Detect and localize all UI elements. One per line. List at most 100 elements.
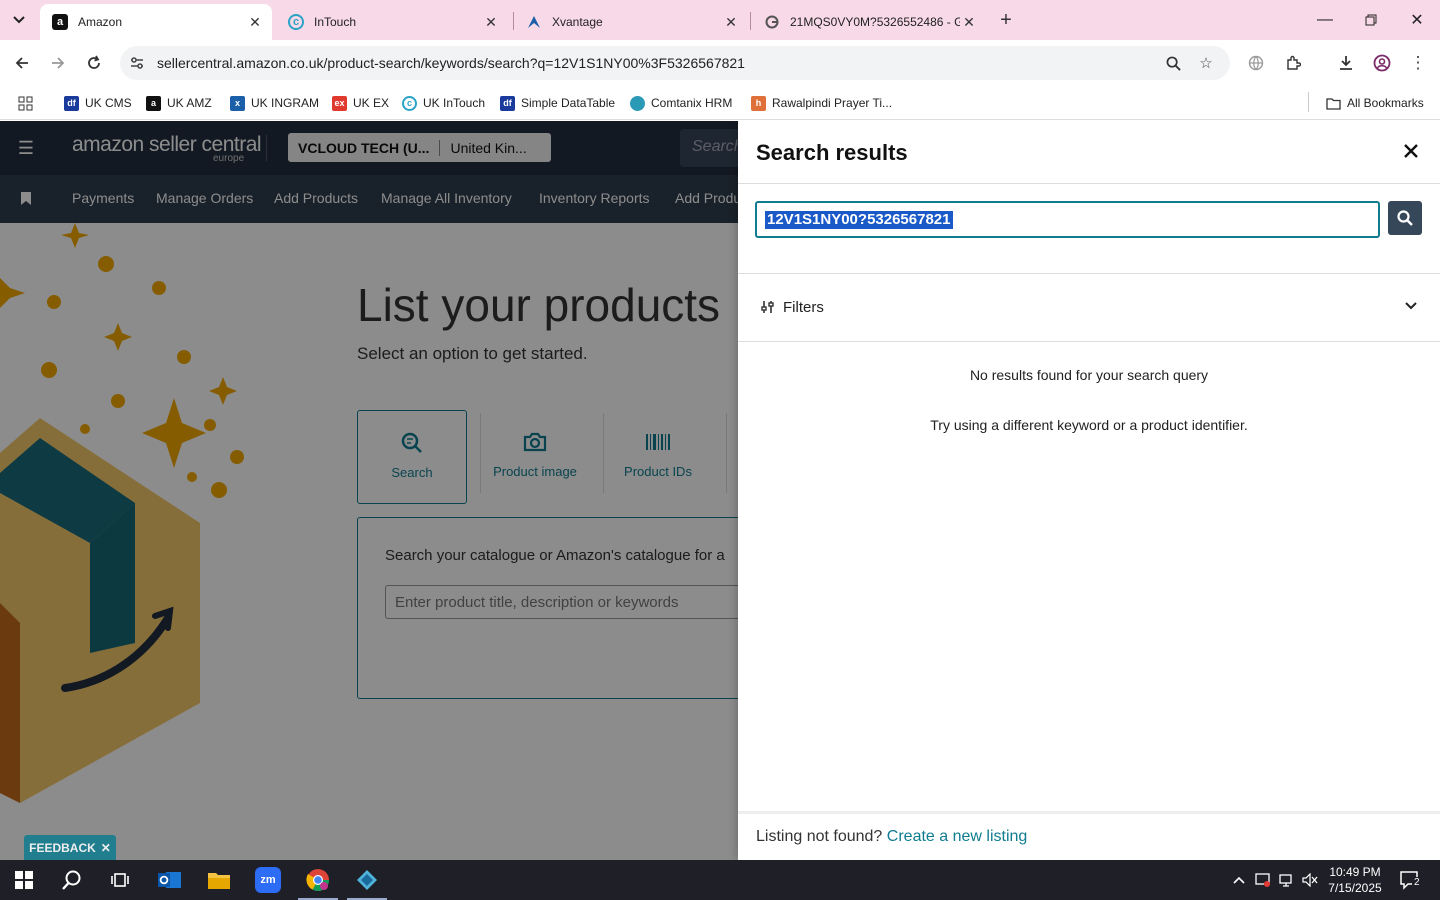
close-tab-icon[interactable]: ✕ [960,13,978,31]
modal-backdrop[interactable] [0,121,738,860]
site-info-icon[interactable] [128,54,146,72]
search-icon [1397,210,1413,226]
address-bar[interactable]: sellercentral.amazon.co.uk/product-searc… [120,46,1230,80]
show-hidden-icons-chevron-icon[interactable] [1230,872,1248,888]
bookmark-label: UK AMZ [167,96,212,110]
new-tab-plus-icon[interactable]: + [994,8,1018,32]
drawer-title: Search results [756,140,908,165]
zoom-app-icon[interactable]: zm [244,860,292,900]
bookmark-comtanix-hrm[interactable]: Comtanix HRM [630,92,732,114]
listing-not-found-text: Listing not found? [756,828,883,845]
bookmark-uk-intouch[interactable]: c UK InTouch [402,92,485,114]
xvantage-favicon-icon [526,14,542,30]
translate-icon[interactable] [1243,50,1269,76]
close-tab-icon[interactable]: ✕ [246,13,264,31]
folder-icon [1326,96,1341,111]
bookmark-uk-cms[interactable]: df UK CMS [64,92,132,114]
drawer-search-input[interactable]: 12V1S1NY00?5326567821 [755,201,1380,238]
ex-icon: ex [332,95,347,111]
tab-amazon[interactable]: a Amazon ✕ [40,4,272,40]
file-explorer-icon[interactable] [195,860,243,900]
df-icon: df [500,95,515,111]
bookmark-rawalpindi-prayer[interactable]: h Rawalpindi Prayer Ti... [751,92,892,114]
bookmarks-separator [1308,92,1309,112]
close-tab-icon[interactable]: ✕ [722,13,740,31]
browser-toolbar: sellercentral.amazon.co.uk/product-searc… [0,40,1440,86]
bookmark-label: Comtanix HRM [651,96,733,110]
zoom-icon[interactable] [1163,53,1183,73]
create-listing-link[interactable]: Create a new listing [887,828,1028,845]
close-window-icon[interactable]: ✕ [1394,0,1440,40]
volume-muted-icon[interactable] [1301,872,1319,888]
divider [738,183,1440,184]
clock-time: 10:49 PM [1329,865,1381,879]
filters-toggle[interactable]: Filters [783,299,824,316]
close-tab-icon[interactable]: ✕ [482,13,500,31]
tab-separator [750,12,751,30]
feedback-label: FEEDBACK [29,840,96,855]
tab-google[interactable]: 21MQS0VY0M?5326552486 - G ✕ [752,4,986,40]
feedback-button[interactable]: FEEDBACK ✕ [24,835,116,860]
browser-tab-strip: a Amazon ✕ c InTouch ✕ Xvantage ✕ 21MQS0… [0,0,1440,40]
address-bar-url: sellercentral.amazon.co.uk/product-searc… [157,55,745,71]
close-icon[interactable]: ✕ [101,841,111,855]
tab-title: InTouch [314,15,357,29]
bookmark-star-icon[interactable]: ☆ [1196,53,1216,73]
chevron-down-icon[interactable] [1402,297,1420,315]
forward-arrow-icon[interactable] [45,50,71,76]
search-query-text: 12V1S1NY00?5326567821 [765,211,953,229]
bookmarks-bar: df UK CMS a UK AMZ x UK INGRAM ex UK EX … [0,86,1440,120]
outlook-icon[interactable] [146,860,194,900]
task-view-icon[interactable] [96,860,144,900]
drawer-search-button[interactable] [1388,201,1422,235]
intouch-favicon-icon: c [288,14,304,30]
back-arrow-icon[interactable] [9,50,35,76]
all-bookmarks-button[interactable]: All Bookmarks [1326,92,1424,114]
restore-window-icon[interactable] [1348,0,1394,40]
filters-icon[interactable] [760,299,776,315]
drawer-footer: Listing not found? Create a new listing [738,811,1440,860]
tab-search-button[interactable] [6,8,32,32]
bookmark-label: All Bookmarks [1347,96,1424,110]
security-tray-icon[interactable] [1254,872,1272,888]
bookmark-label: Simple DataTable [521,96,616,110]
extensions-icon[interactable] [1280,50,1306,76]
download-icon[interactable] [1333,50,1359,76]
chrome-icon[interactable] [294,860,342,900]
clock-date: 7/15/2025 [1328,881,1382,895]
notification-center-icon[interactable]: 2 [1388,860,1432,900]
taskbar-search-icon[interactable] [48,860,96,900]
close-drawer-icon[interactable] [1398,138,1424,164]
bookmark-uk-amz[interactable]: a UK AMZ [146,92,212,114]
bookmark-uk-ex[interactable]: ex UK EX [332,92,389,114]
windows-taskbar: zm 10:49 PM 7/15/2025 2 [0,860,1440,900]
google-favicon-icon [764,14,780,30]
bookmark-label: UK EX [353,96,390,110]
network-icon[interactable] [1278,872,1296,888]
intouch-icon: c [402,95,417,111]
bookmark-simple-datatable[interactable]: df Simple DataTable [500,92,615,114]
browser-menu-icon[interactable]: ⋮ [1405,50,1431,76]
df-icon: df [64,95,79,111]
seller-central-page: ☰ amazon seller central europe VCLOUD TE… [0,121,1440,860]
apps-grid-icon[interactable] [18,92,33,114]
bookmark-label: UK INGRAM [251,96,320,110]
taskbar-clock[interactable]: 10:49 PM 7/15/2025 [1320,864,1390,896]
chevron-down-icon [13,16,25,24]
divider [738,273,1440,274]
bookmark-label: Rawalpindi Prayer Ti... [772,96,893,110]
minimize-window-icon[interactable]: — [1302,0,1348,40]
search-results-drawer: Search results 12V1S1NY00?5326567821 Fil… [738,121,1440,860]
tab-xvantage[interactable]: Xvantage ✕ [514,4,748,40]
tab-title: Xvantage [552,15,603,29]
bookmark-uk-ingram[interactable]: x UK INGRAM [230,92,319,114]
bookmark-label: UK CMS [85,96,132,110]
notification-count: 2 [1412,877,1422,888]
xvantage-app-icon[interactable] [343,860,391,900]
profile-avatar-icon[interactable] [1369,50,1395,76]
bookmark-label: UK InTouch [423,96,486,110]
reload-icon[interactable] [81,50,107,76]
windows-start-icon[interactable] [0,860,48,900]
tab-intouch[interactable]: c InTouch ✕ [276,4,508,40]
prayer-icon: h [751,95,766,111]
